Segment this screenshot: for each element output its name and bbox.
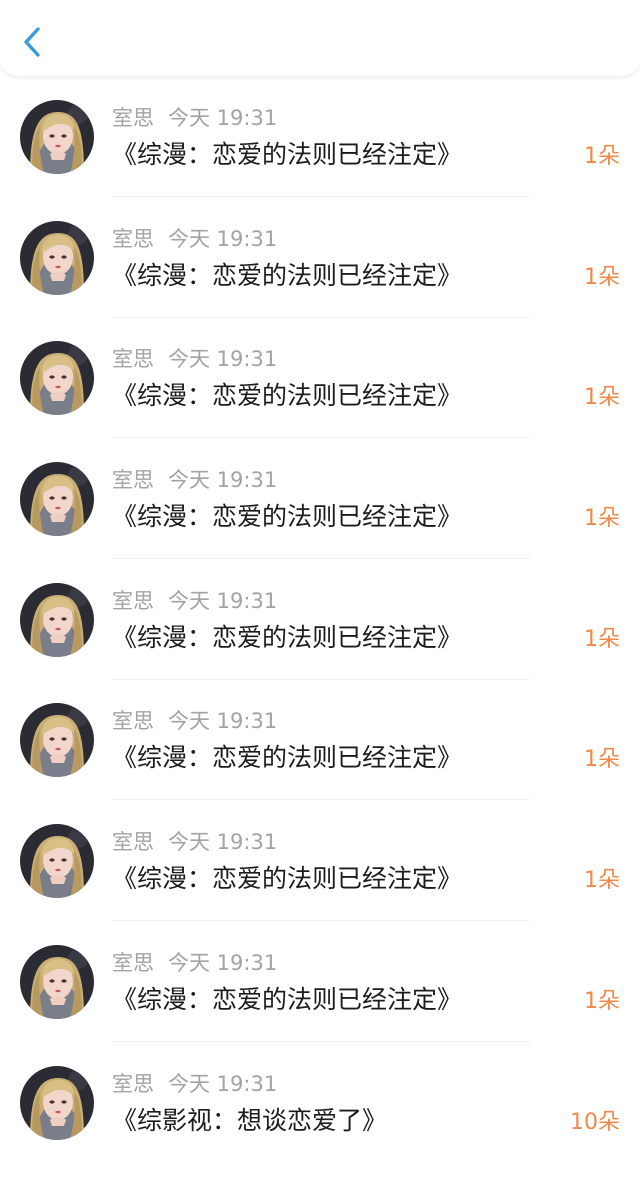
book-title: 《综漫：恋爱的法则已经注定》 [112,741,462,775]
avatar [20,100,94,174]
book-title: 《综漫：恋爱的法则已经注定》 [112,621,462,655]
list-item[interactable]: 室思今天 19:31 《综漫：恋爱的法则已经注定》 1朵 [0,824,640,945]
user-name: 室思 [112,709,154,733]
divider [112,1041,530,1042]
user-name: 室思 [112,951,154,975]
timestamp: 今天 19:31 [168,468,277,492]
avatar [20,703,94,777]
flower-count: 10朵 [570,1108,620,1138]
user-name: 室思 [112,830,154,854]
flower-count: 1朵 [584,383,620,413]
user-name: 室思 [112,106,154,130]
list-item[interactable]: 室思今天 19:31 《综漫：恋爱的法则已经注定》 1朵 [0,583,640,704]
portrait-icon [20,221,94,295]
avatar [20,462,94,536]
divider [112,920,530,921]
user-name: 室思 [112,589,154,613]
timestamp: 今天 19:31 [168,347,277,371]
user-name: 室思 [112,468,154,492]
list-item[interactable]: 室思今天 19:31 《综漫：恋爱的法则已经注定》 1朵 [0,341,640,462]
book-title: 《综漫：恋爱的法则已经注定》 [112,500,462,534]
item-meta: 室思今天 19:31 [112,587,277,615]
list-item[interactable]: 室思今天 19:31 《综漫：恋爱的法则已经注定》 1朵 [0,221,640,342]
book-title: 《综漫：恋爱的法则已经注定》 [112,862,462,896]
timestamp: 今天 19:31 [168,951,277,975]
item-meta: 室思今天 19:31 [112,1070,277,1098]
user-name: 室思 [112,1072,154,1096]
divider [112,317,530,318]
portrait-icon [20,100,94,174]
item-meta: 室思今天 19:31 [112,466,277,494]
portrait-icon [20,945,94,1019]
avatar [20,1066,94,1140]
timestamp: 今天 19:31 [168,106,277,130]
list-item[interactable]: 室思今天 19:31 《综影视：想谈恋爱了》 10朵 [0,1066,640,1186]
flower-count: 1朵 [584,625,620,655]
item-meta: 室思今天 19:31 [112,828,277,856]
book-title: 《综漫：恋爱的法则已经注定》 [112,259,462,293]
flower-count: 1朵 [584,504,620,534]
item-meta: 室思今天 19:31 [112,345,277,373]
avatar [20,221,94,295]
divider [112,196,530,197]
user-name: 室思 [112,347,154,371]
book-title: 《综漫：恋爱的法则已经注定》 [112,983,462,1017]
timestamp: 今天 19:31 [168,227,277,251]
portrait-icon [20,341,94,415]
item-meta: 室思今天 19:31 [112,225,277,253]
book-title: 《综漫：恋爱的法则已经注定》 [112,138,462,172]
portrait-icon [20,824,94,898]
flower-count: 1朵 [584,866,620,896]
portrait-icon [20,462,94,536]
back-button[interactable] [18,24,50,60]
chevron-left-icon [18,24,50,60]
flower-count: 1朵 [584,745,620,775]
gift-list: 室思今天 19:31 《综漫：恋爱的法则已经注定》 1朵 室思今天 19:31 … [0,100,640,1186]
divider [112,679,530,680]
divider [112,799,530,800]
avatar [20,583,94,657]
book-title: 《综影视：想谈恋爱了》 [112,1104,387,1138]
timestamp: 今天 19:31 [168,709,277,733]
list-item[interactable]: 室思今天 19:31 《综漫：恋爱的法则已经注定》 1朵 [0,703,640,824]
avatar [20,945,94,1019]
book-title: 《综漫：恋爱的法则已经注定》 [112,379,462,413]
list-item[interactable]: 室思今天 19:31 《综漫：恋爱的法则已经注定》 1朵 [0,945,640,1066]
portrait-icon [20,1066,94,1140]
divider [112,437,530,438]
timestamp: 今天 19:31 [168,830,277,854]
flower-count: 1朵 [584,987,620,1017]
avatar [20,824,94,898]
item-meta: 室思今天 19:31 [112,949,277,977]
flower-count: 1朵 [584,263,620,293]
divider [112,558,530,559]
timestamp: 今天 19:31 [168,589,277,613]
user-name: 室思 [112,227,154,251]
flower-count: 1朵 [584,142,620,172]
timestamp: 今天 19:31 [168,1072,277,1096]
item-meta: 室思今天 19:31 [112,104,277,132]
list-item[interactable]: 室思今天 19:31 《综漫：恋爱的法则已经注定》 1朵 [0,100,640,221]
avatar [20,341,94,415]
portrait-icon [20,703,94,777]
top-bar [0,0,640,76]
list-item[interactable]: 室思今天 19:31 《综漫：恋爱的法则已经注定》 1朵 [0,462,640,583]
item-meta: 室思今天 19:31 [112,707,277,735]
portrait-icon [20,583,94,657]
